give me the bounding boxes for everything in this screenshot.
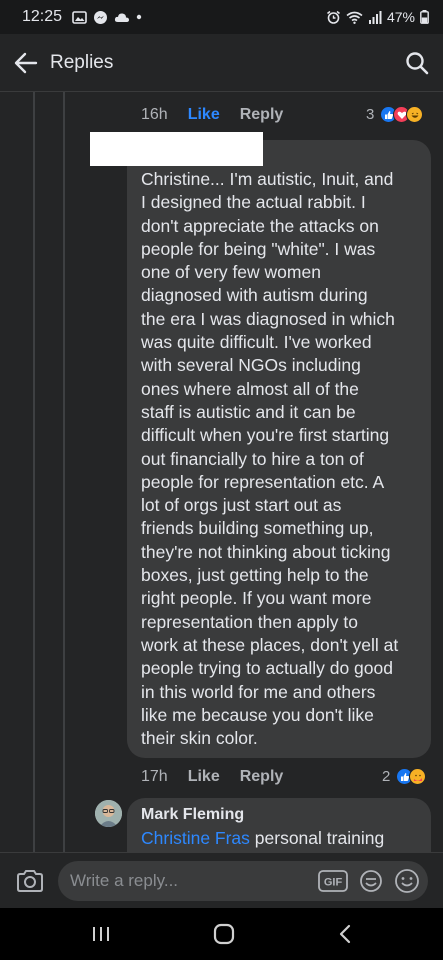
battery-percent: 47% xyxy=(386,9,415,25)
home-icon[interactable] xyxy=(213,923,235,945)
signal-icon xyxy=(368,10,382,24)
wifi-icon xyxy=(346,11,363,24)
gif-icon[interactable]: GIF xyxy=(318,869,348,892)
mention-link[interactable]: Christine Fras xyxy=(141,828,250,848)
reply-composer: Write a reply... GIF xyxy=(0,852,443,908)
composer-icons: GIF xyxy=(318,868,420,894)
status-bar: 12:25 47% xyxy=(0,0,443,34)
thread-line xyxy=(33,92,35,852)
search-icon[interactable] xyxy=(405,51,429,75)
notification-dot-icon xyxy=(136,14,142,20)
cloud-icon xyxy=(114,12,130,22)
notification-icons xyxy=(72,10,142,25)
reaction-count: 3 xyxy=(366,106,375,123)
reply-placeholder: Write a reply... xyxy=(70,870,179,890)
reply-author[interactable]: Mark Fleming xyxy=(141,806,419,824)
svg-text:GIF: GIF xyxy=(324,876,343,888)
thread-line xyxy=(63,92,65,852)
back-arrow-icon[interactable] xyxy=(14,52,38,74)
status-time: 12:25 xyxy=(22,8,63,25)
haha-reaction-icon xyxy=(406,106,424,123)
reaction-count: 2 xyxy=(382,768,391,785)
reply-body: personal training xyxy=(249,828,385,848)
reply-button[interactable]: Reply xyxy=(240,768,284,786)
battery-icon xyxy=(420,10,429,24)
reaction-summary[interactable]: 3 xyxy=(366,106,424,123)
comment-time: 17h xyxy=(141,768,168,785)
reply-button[interactable]: Reply xyxy=(240,106,284,124)
status-right: 47% xyxy=(326,9,429,25)
messenger-icon xyxy=(94,10,108,24)
reply-input[interactable]: Write a reply... GIF xyxy=(58,860,428,901)
recent-apps-icon[interactable] xyxy=(91,925,111,943)
comment-text: Christine... I'm autistic, Inuit, and I … xyxy=(141,169,399,749)
comment-bubble[interactable]: Christine... I'm autistic, Inuit, and I … xyxy=(127,140,431,758)
replies-thread: 16h Like Reply 3 Christine... I'm autist… xyxy=(0,92,443,852)
comment-actions: 17h Like Reply xyxy=(141,768,283,786)
alarm-icon xyxy=(326,10,340,24)
like-button[interactable]: Like xyxy=(188,106,220,124)
comment-time: 16h xyxy=(141,106,168,123)
page-title: Replies xyxy=(50,51,114,73)
camera-icon[interactable] xyxy=(16,869,44,893)
emoji-icon[interactable] xyxy=(394,868,420,894)
system-nav-bar xyxy=(0,908,443,960)
redacted-author-name xyxy=(90,132,263,166)
reaction-summary[interactable]: 2 xyxy=(382,768,427,785)
previous-comment-actions: 16h Like Reply xyxy=(141,106,283,124)
back-icon[interactable] xyxy=(338,924,352,944)
avatar[interactable] xyxy=(95,800,122,827)
app-bar: Replies xyxy=(0,34,443,92)
reply-bubble[interactable]: Mark Fleming Christine Fras personal tra… xyxy=(127,798,431,852)
like-button[interactable]: Like xyxy=(188,768,220,786)
care-reaction-icon xyxy=(409,768,427,785)
reply-text: Christine Fras personal training xyxy=(141,828,419,849)
gallery-icon xyxy=(72,10,87,24)
sticker-icon[interactable] xyxy=(358,869,384,893)
